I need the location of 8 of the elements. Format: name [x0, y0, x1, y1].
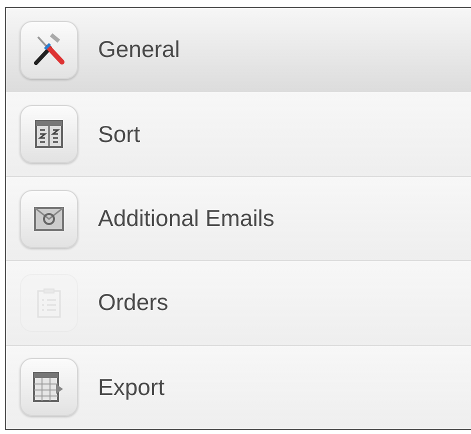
menu-item[interactable]: Sort [6, 92, 471, 177]
menu-item[interactable]: Export [6, 346, 471, 430]
menu-item[interactable]: General [6, 8, 471, 92]
tools-icon [32, 32, 66, 67]
sort-icon [34, 119, 64, 150]
envelope-icon [34, 206, 64, 231]
table-export-icon [33, 372, 65, 402]
menu-item[interactable]: Additional Emails [6, 176, 471, 262]
